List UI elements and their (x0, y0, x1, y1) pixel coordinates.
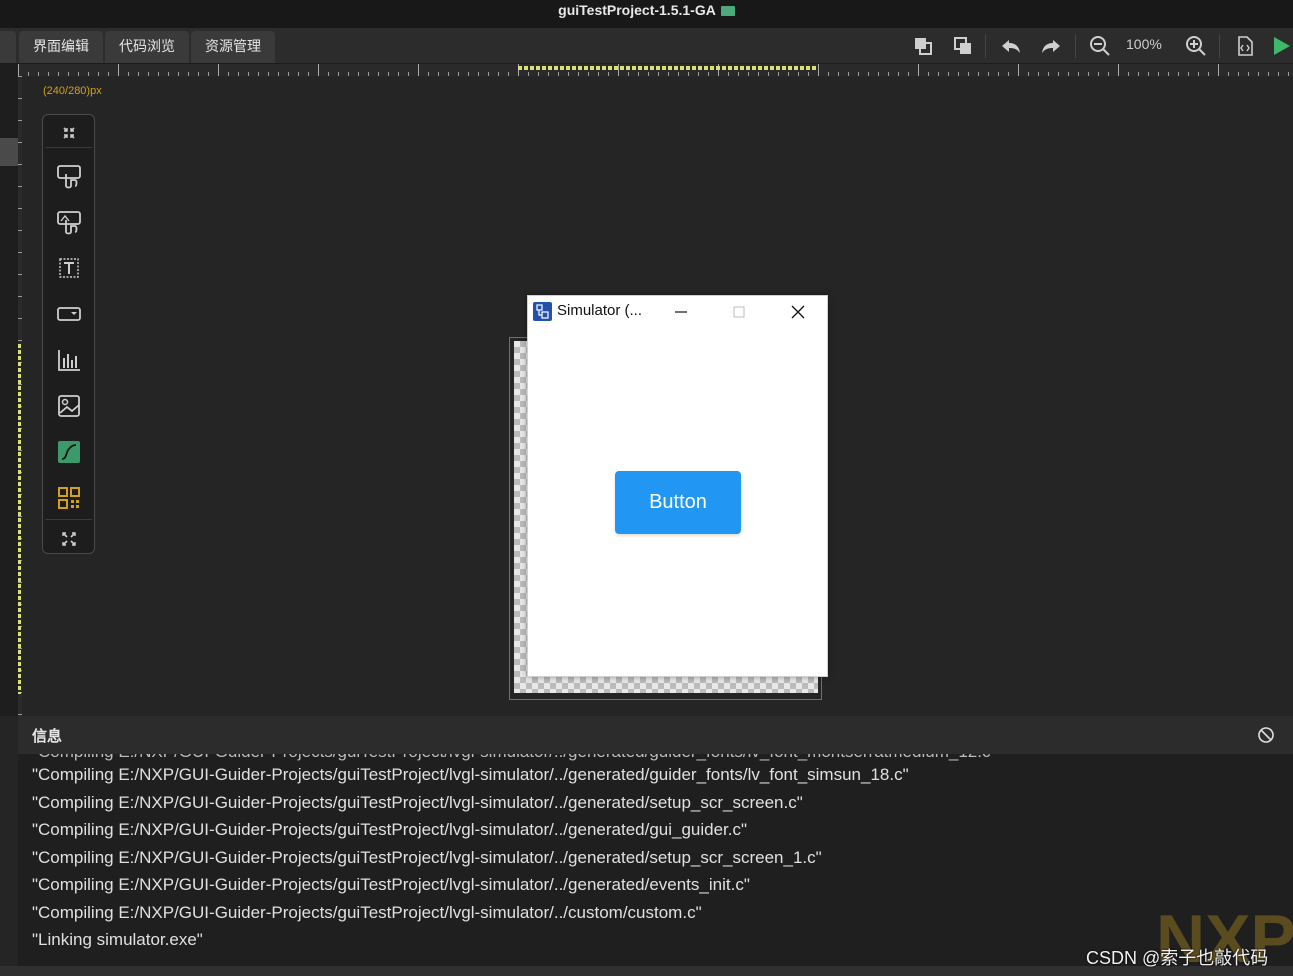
palette-divider (45, 147, 92, 148)
ruler-major-tick (218, 64, 219, 76)
chart-widget-icon[interactable] (55, 346, 83, 374)
window-title: guiTestProject-1.5.1-GA (558, 2, 716, 18)
ruler-major-tick (1218, 64, 1219, 76)
dropdown-widget-icon[interactable] (55, 300, 83, 328)
simulator-app-icon (533, 302, 552, 321)
left-strip-selected[interactable] (0, 138, 18, 166)
widget-palette (42, 114, 95, 554)
maximize-icon[interactable] (728, 302, 750, 322)
simulator-titlebar[interactable]: Simulator (... (528, 296, 827, 327)
tab-ui-editor[interactable]: 界面编辑 (19, 31, 103, 63)
ruler-major-tick (918, 64, 919, 76)
simulator-window[interactable]: Simulator (... Button (527, 295, 828, 677)
undo-icon[interactable] (999, 34, 1023, 58)
log-line: "Compiling E:/NXP/GUI-Guider-Projects/gu… (32, 875, 750, 894)
send-back-icon[interactable] (951, 34, 975, 58)
folder-icon (720, 6, 735, 16)
image-button-widget-icon[interactable] (55, 208, 83, 236)
button-widget-icon[interactable] (55, 162, 83, 190)
run-icon[interactable] (1268, 34, 1292, 58)
toolbar-divider (1219, 34, 1220, 58)
log-line: "Linking simulator.exe" (32, 930, 203, 949)
clear-log-icon[interactable] (1256, 725, 1276, 745)
bring-front-icon[interactable] (911, 34, 935, 58)
info-panel-title: 信息 (32, 727, 63, 745)
log-line: "Compiling E:/NXP/GUI-Guider-Projects/gu… (32, 903, 702, 922)
info-panel: 信息 "Compiling E:/NXP/GUI-Guider-Projects… (18, 716, 1293, 966)
ruler-screen-highlight (518, 66, 816, 70)
ruler-major-tick (418, 64, 419, 76)
toolbar-divider (1075, 34, 1076, 58)
expand-icon[interactable] (55, 525, 83, 549)
zoom-level[interactable]: 100% (1126, 36, 1162, 52)
build-log: "Compiling E:/NXP/GUI-Guider-Projects/gu… (18, 754, 1293, 966)
ruler-major-tick (118, 64, 119, 76)
watermark-text: CSDN @索子也敲代码 (1086, 948, 1269, 968)
palette-divider (45, 519, 92, 520)
zoom-out-icon[interactable] (1088, 34, 1112, 58)
log-line: "Compiling E:/NXP/GUI-Guider-Projects/gu… (32, 820, 748, 839)
image-widget-icon[interactable] (55, 392, 83, 420)
info-panel-header: 信息 (18, 716, 1293, 754)
minimize-icon[interactable] (670, 302, 692, 322)
label-widget-icon[interactable] (55, 254, 83, 282)
log-line: "Compiling E:/NXP/GUI-Guider-Projects/gu… (32, 793, 803, 812)
collapsed-tab[interactable] (0, 31, 16, 63)
canvas-dimensions: (240/280)px (43, 85, 102, 97)
ruler-screen-highlight (18, 344, 21, 694)
window-titlebar: guiTestProject-1.5.1-GA (0, 0, 1293, 28)
toolbar-divider (985, 34, 986, 58)
left-side-strip (0, 64, 18, 716)
log-line: "Compiling E:/NXP/GUI-Guider-Projects/gu… (32, 848, 822, 867)
collapse-icon[interactable] (55, 119, 83, 143)
horizontal-ruler (18, 64, 1293, 76)
main-toolbar: 界面编辑 代码浏览 资源管理 100% (0, 28, 1293, 64)
code-view-icon[interactable] (1233, 34, 1257, 58)
ruler-major-tick (1118, 64, 1119, 76)
vertical-ruler (18, 76, 22, 716)
ruler-major-tick (1018, 64, 1019, 76)
qrcode-widget-icon[interactable] (55, 484, 83, 512)
ruler-major-tick (18, 64, 19, 76)
log-line: "Compiling E:/NXP/GUI-Guider-Projects/gu… (32, 754, 996, 762)
slider-widget-icon[interactable] (55, 438, 83, 466)
log-line: "Compiling E:/NXP/GUI-Guider-Projects/gu… (32, 765, 909, 784)
ruler-major-tick (818, 64, 819, 76)
ruler-major-tick (318, 64, 319, 76)
tab-code-browser[interactable]: 代码浏览 (105, 31, 189, 63)
tab-resource-manager[interactable]: 资源管理 (191, 31, 275, 63)
simulator-title: Simulator (... (557, 302, 643, 319)
zoom-in-icon[interactable] (1184, 34, 1208, 58)
close-icon[interactable] (787, 302, 809, 322)
lvgl-button[interactable]: Button (615, 471, 741, 534)
redo-icon[interactable] (1039, 34, 1063, 58)
